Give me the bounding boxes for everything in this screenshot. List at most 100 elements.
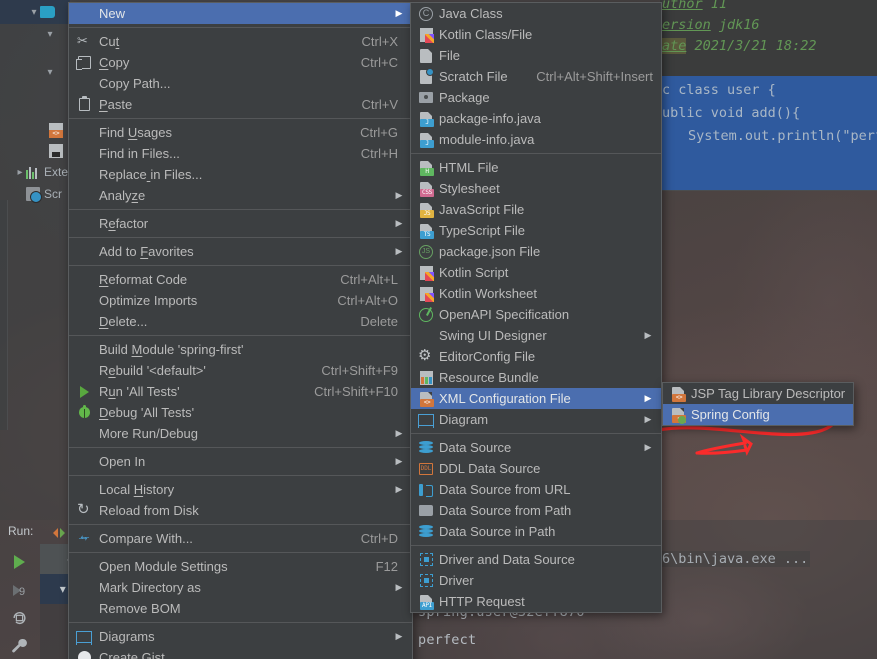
menu-item-reload-from-disk[interactable]: Reload from Disk	[69, 500, 412, 521]
menu-item-create-gist[interactable]: Create Gist...	[69, 647, 412, 659]
menu-item-open-in[interactable]: Open In ▶	[69, 451, 412, 472]
menu-item-shortcut: Ctrl+D	[360, 531, 398, 546]
xml-file-icon: <>	[669, 386, 687, 402]
menu-item-open-module-settings[interactable]: Open Module Settings F12	[69, 556, 412, 577]
run-tab-scroll-arrows[interactable]	[52, 526, 66, 538]
menu-item-compare-with[interactable]: Compare With... Ctrl+D	[69, 528, 412, 549]
new-submenu[interactable]: C Java Class Kotlin Class/File File Scratch …	[410, 2, 662, 613]
database-icon	[417, 440, 435, 456]
menu-item-kotlin-class-file[interactable]: Kotlin Class/File	[411, 24, 661, 45]
tree-item-main[interactable]: ▾	[44, 62, 56, 82]
menu-separator	[69, 524, 412, 525]
menu-separator	[69, 335, 412, 336]
menu-item-data-source[interactable]: Data Source ▶	[411, 437, 661, 458]
tree-item-properties-file[interactable]	[49, 141, 67, 161]
tree-item-scratches[interactable]: Scr	[26, 184, 62, 204]
menu-item-remove-bom[interactable]: Remove BOM	[69, 598, 412, 619]
menu-item-java-class[interactable]: C Java Class	[411, 3, 661, 24]
menu-item-label: Reformat Code	[99, 272, 188, 287]
menu-item-package[interactable]: Package	[411, 87, 661, 108]
menu-item-editorconfig-file[interactable]: EditorConfig File	[411, 346, 661, 367]
menu-item-new[interactable]: New ▶	[69, 3, 412, 24]
menu-item-spring-config[interactable]: < Spring Config	[663, 404, 853, 425]
menu-item-packagejson-file[interactable]: JS package.json File	[411, 241, 661, 262]
menu-item-driver-and-data-source[interactable]: Driver and Data Source	[411, 549, 661, 570]
menu-item-driver[interactable]: Driver	[411, 570, 661, 591]
tree-item-xml-file[interactable]	[49, 120, 67, 140]
menu-item-openapi-specification[interactable]: OpenAPI Specification	[411, 304, 661, 325]
menu-item-add-to-favorites[interactable]: Add to Favorites ▶	[69, 241, 412, 262]
menu-item-resource-bundle[interactable]: Resource Bundle	[411, 367, 661, 388]
spring-config-icon: <	[669, 407, 687, 424]
gear-icon	[417, 346, 435, 365]
menu-item-shortcut: Ctrl+Alt+L	[340, 272, 398, 287]
tree-item-external-libraries[interactable]: ▸ Exte	[14, 162, 68, 182]
menu-item-find-in-files[interactable]: Find in Files... Ctrl+H	[69, 143, 412, 164]
project-context-menu[interactable]: New ▶ Cut Ctrl+X Copy Ctrl+C Copy Path... Paste…	[68, 2, 413, 659]
menu-item-copy-path[interactable]: Copy Path...	[69, 73, 412, 94]
code-editor[interactable]: uthor 11 ersion jdk16 ate 2021/3/21 18:2…	[660, 0, 877, 200]
code-line-class: c class user {	[662, 82, 776, 98]
driver-icon	[417, 573, 435, 589]
menu-item-data-source-in-path[interactable]: Data Source in Path	[411, 521, 661, 542]
menu-item-mark-directory-as[interactable]: Mark Directory as ▶	[69, 577, 412, 598]
menu-item-file[interactable]: File	[411, 45, 661, 66]
menu-item-more-run-debug[interactable]: More Run/Debug ▶	[69, 423, 412, 444]
kotlin-file-icon-glyph	[419, 265, 434, 281]
datasource-url-icon	[417, 482, 435, 498]
menu-item-refactor[interactable]: Refactor ▶	[69, 213, 412, 234]
menu-item-typescript-file[interactable]: TS TypeScript File	[411, 220, 661, 241]
menu-item-delete[interactable]: Delete... Delete	[69, 311, 412, 332]
menu-item-local-history[interactable]: Local History ▶	[69, 479, 412, 500]
no-icon	[75, 76, 93, 92]
menu-item-kotlin-worksheet[interactable]: Kotlin Worksheet	[411, 283, 661, 304]
menu-item-diagrams[interactable]: Diagrams ▶	[69, 626, 412, 647]
tree-item-root[interactable]: ▾	[28, 2, 59, 22]
menu-item-jsp-tag-library-descriptor[interactable]: <> JSP Tag Library Descriptor	[663, 383, 853, 404]
restart-button[interactable]	[4, 604, 34, 632]
run-button[interactable]	[4, 548, 34, 576]
css-file-icon: CSS	[417, 181, 435, 197]
xml-file-icon-glyph: <>	[420, 391, 434, 407]
run-window-title: Run:	[8, 524, 34, 538]
menu-item-paste[interactable]: Paste Ctrl+V	[69, 94, 412, 115]
menu-item-javascript-file[interactable]: JS JavaScript File	[411, 199, 661, 220]
menu-item-scratch-file[interactable]: Scratch File Ctrl+Alt+Shift+Insert	[411, 66, 661, 87]
menu-item-kotlin-script[interactable]: Kotlin Script	[411, 262, 661, 283]
menu-item-data-source-from-url[interactable]: Data Source from URL	[411, 479, 661, 500]
menu-item-cut[interactable]: Cut Ctrl+X	[69, 31, 412, 52]
menu-item-xml-configuration-file[interactable]: <> XML Configuration File ▶	[411, 388, 661, 409]
menu-item-label: Kotlin Class/File	[439, 27, 533, 42]
menu-item-html-file[interactable]: H HTML File	[411, 157, 661, 178]
menu-item-swing-ui-designer[interactable]: Swing UI Designer ▶	[411, 325, 661, 346]
menu-item-ddl-data-source[interactable]: DDL DDL Data Source	[411, 458, 661, 479]
menu-item-reformat-code[interactable]: Reformat Code Ctrl+Alt+L	[69, 269, 412, 290]
menu-item-debug-all-tests[interactable]: Debug 'All Tests'	[69, 402, 412, 423]
chevron-right-icon: ▶	[395, 8, 403, 18]
menu-item-module-infojava[interactable]: Jmodule-info.java	[411, 129, 661, 150]
menu-item-find-usages[interactable]: Find Usages Ctrl+G	[69, 122, 412, 143]
menu-item-diagram[interactable]: Diagram ▶	[411, 409, 661, 430]
menu-item-analyze[interactable]: Analyze ▶	[69, 185, 412, 206]
no-icon	[75, 601, 93, 617]
settings-button[interactable]	[4, 632, 34, 659]
xml-configuration-file-submenu[interactable]: <> JSP Tag Library Descriptor < Spring Conf…	[662, 382, 854, 426]
menu-item-copy[interactable]: Copy Ctrl+C	[69, 52, 412, 73]
menu-item-optimize-imports[interactable]: Optimize Imports Ctrl+Alt+O	[69, 290, 412, 311]
file-type-badge: <>	[672, 393, 686, 402]
menu-item-package-infojava[interactable]: Jpackage-info.java	[411, 108, 661, 129]
menu-separator	[411, 433, 661, 434]
no-icon	[75, 314, 93, 330]
menu-item-stylesheet[interactable]: CSS Stylesheet	[411, 178, 661, 199]
tree-item-src[interactable]: ▾	[44, 24, 56, 44]
menu-item-replace-in-files[interactable]: Replace in Files...	[69, 164, 412, 185]
rerun-failed-button[interactable]: 9	[4, 576, 34, 604]
menu-item-data-source-from-path[interactable]: Data Source from Path	[411, 500, 661, 521]
menu-item-http-request[interactable]: API HTTP Request	[411, 591, 661, 612]
menu-item-rebuild-default[interactable]: Rebuild '<default>' Ctrl+Shift+F9	[69, 360, 412, 381]
diagram-icon-glyph	[76, 630, 92, 645]
menu-item-build-module-spring-first[interactable]: Build Module 'spring-first'	[69, 339, 412, 360]
menu-item-run-all-tests[interactable]: Run 'All Tests' Ctrl+Shift+F10	[69, 381, 412, 402]
kotlin-file-icon	[417, 27, 435, 43]
menu-item-label: Kotlin Script	[439, 265, 509, 280]
